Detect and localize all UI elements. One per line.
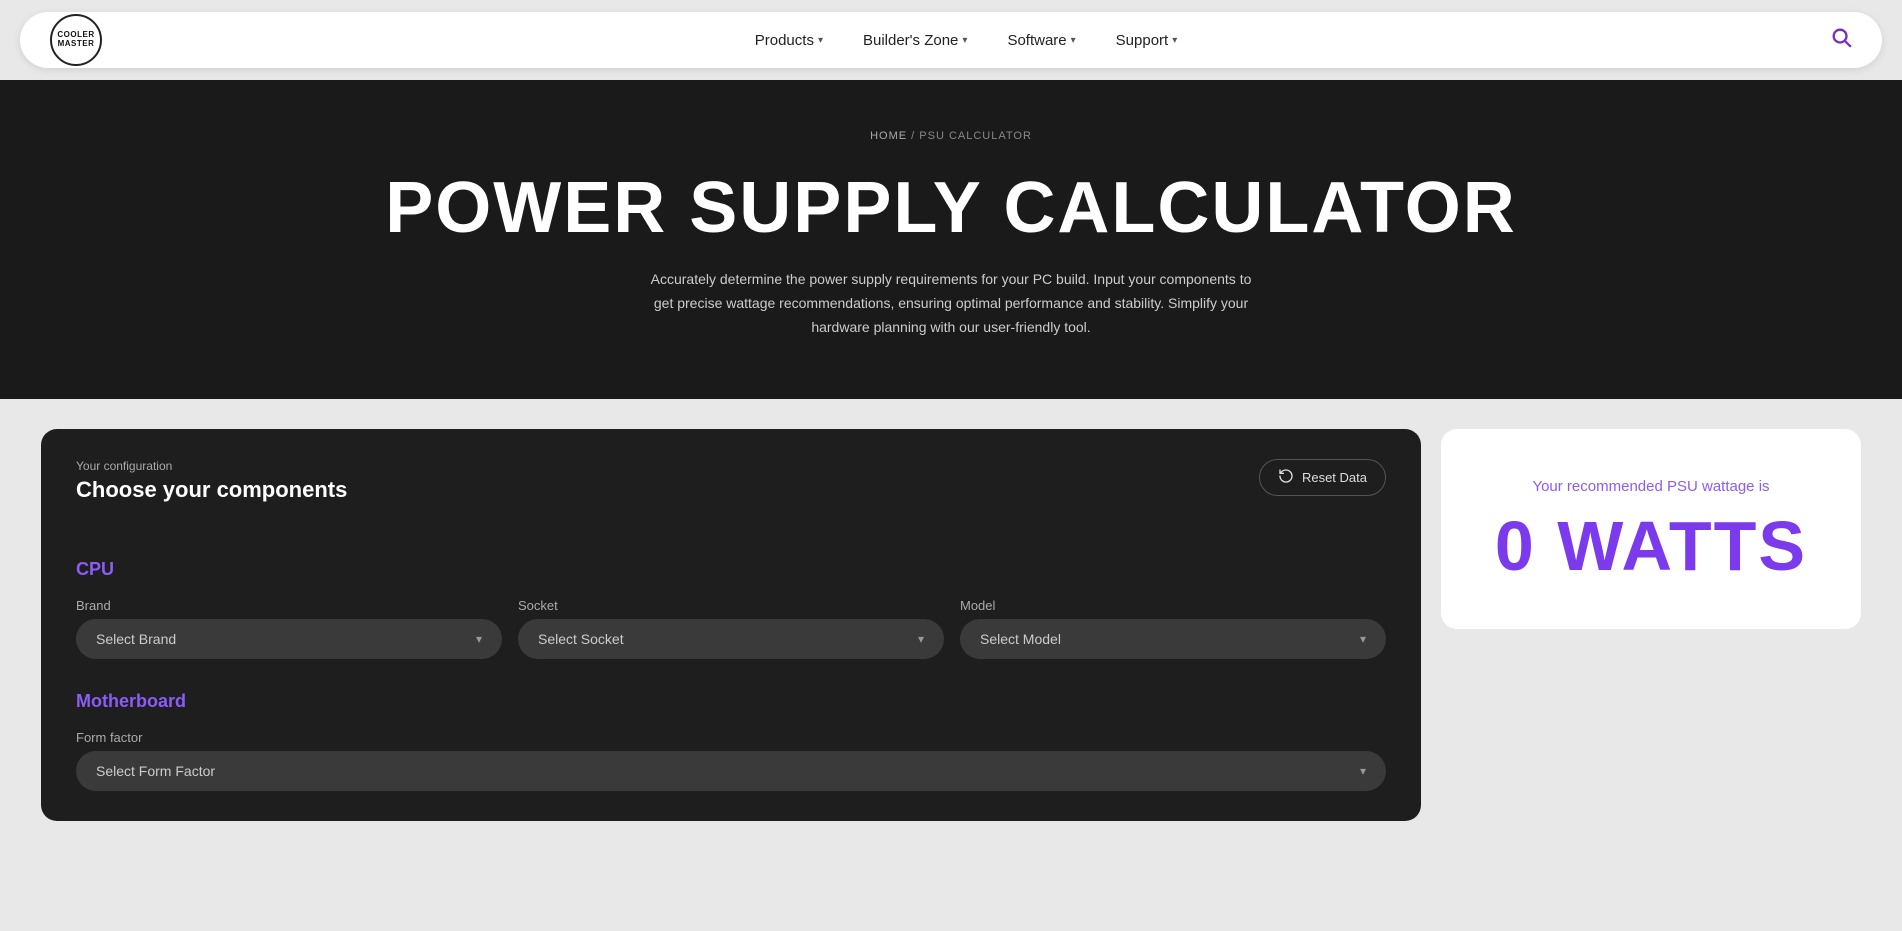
hero-subtitle: Accurately determine the power supply re… [641, 268, 1261, 339]
page-title: POWER SUPPLY CALCULATOR [20, 172, 1882, 244]
cpu-brand-label: Brand [76, 598, 502, 613]
form-factor-label: Form factor [76, 730, 1386, 745]
nav-item-products[interactable]: Products ▾ [755, 32, 823, 49]
nav-menu: Products ▾ Builder's Zone ▾ Software ▾ S… [755, 32, 1178, 49]
cpu-brand-dropdown[interactable]: Select Brand ▾ [76, 619, 502, 659]
software-chevron-icon: ▾ [1071, 35, 1076, 46]
motherboard-fields-row: Form factor Select Form Factor ▾ [76, 730, 1386, 791]
cpu-socket-label: Socket [518, 598, 944, 613]
cpu-model-group: Model Select Model ▾ [960, 598, 1386, 659]
reset-button[interactable]: Reset Data [1259, 459, 1386, 496]
search-icon [1830, 26, 1852, 48]
config-title: Choose your components [76, 477, 347, 503]
logo[interactable]: COOLER MASTER [50, 14, 102, 66]
builders-zone-chevron-icon: ▾ [962, 35, 967, 46]
cpu-socket-value: Select Socket [538, 631, 624, 647]
cpu-model-value: Select Model [980, 631, 1061, 647]
cpu-socket-group: Socket Select Socket ▾ [518, 598, 944, 659]
cpu-socket-chevron-icon: ▾ [918, 632, 924, 646]
nav-item-software[interactable]: Software ▾ [1007, 32, 1075, 49]
motherboard-section-title: Motherboard [76, 691, 1386, 712]
cpu-brand-chevron-icon: ▾ [476, 632, 482, 646]
breadcrumb: HOME / PSU CALCULATOR [20, 130, 1882, 142]
main-content: Your configuration Choose your component… [21, 399, 1881, 861]
calculator-panel: Your configuration Choose your component… [41, 429, 1421, 821]
cpu-model-dropdown[interactable]: Select Model ▾ [960, 619, 1386, 659]
navbar: COOLER MASTER Products ▾ Builder's Zone … [20, 12, 1882, 68]
form-factor-dropdown[interactable]: Select Form Factor ▾ [76, 751, 1386, 791]
support-chevron-icon: ▾ [1172, 35, 1177, 46]
form-factor-value: Select Form Factor [96, 763, 215, 779]
motherboard-section: Motherboard Form factor Select Form Fact… [76, 691, 1386, 791]
cpu-section-title: CPU [76, 559, 1386, 580]
result-value: 0 WATTS [1495, 511, 1807, 581]
nav-item-builders-zone[interactable]: Builder's Zone ▾ [863, 32, 967, 49]
result-label: Your recommended PSU wattage is [1532, 478, 1769, 495]
config-info: Your configuration Choose your component… [76, 459, 347, 531]
nav-item-support[interactable]: Support ▾ [1116, 32, 1178, 49]
form-factor-chevron-icon: ▾ [1360, 764, 1366, 778]
panel-header: Your configuration Choose your component… [76, 459, 1386, 531]
result-panel: Your recommended PSU wattage is 0 WATTS [1441, 429, 1861, 629]
cpu-section: CPU Brand Select Brand ▾ Socket Select S… [76, 559, 1386, 659]
breadcrumb-current: PSU CALCULATOR [919, 130, 1032, 142]
cpu-model-chevron-icon: ▾ [1360, 632, 1366, 646]
cpu-fields-row: Brand Select Brand ▾ Socket Select Socke… [76, 598, 1386, 659]
hero-section: HOME / PSU CALCULATOR POWER SUPPLY CALCU… [0, 80, 1902, 399]
logo-box: COOLER MASTER [50, 14, 102, 66]
search-button[interactable] [1830, 26, 1852, 54]
breadcrumb-home[interactable]: HOME [870, 130, 907, 142]
cpu-brand-group: Brand Select Brand ▾ [76, 598, 502, 659]
products-chevron-icon: ▾ [818, 35, 823, 46]
reset-icon [1278, 468, 1294, 487]
cpu-model-label: Model [960, 598, 1386, 613]
cpu-brand-value: Select Brand [96, 631, 176, 647]
config-label: Your configuration [76, 459, 347, 473]
cpu-socket-dropdown[interactable]: Select Socket ▾ [518, 619, 944, 659]
